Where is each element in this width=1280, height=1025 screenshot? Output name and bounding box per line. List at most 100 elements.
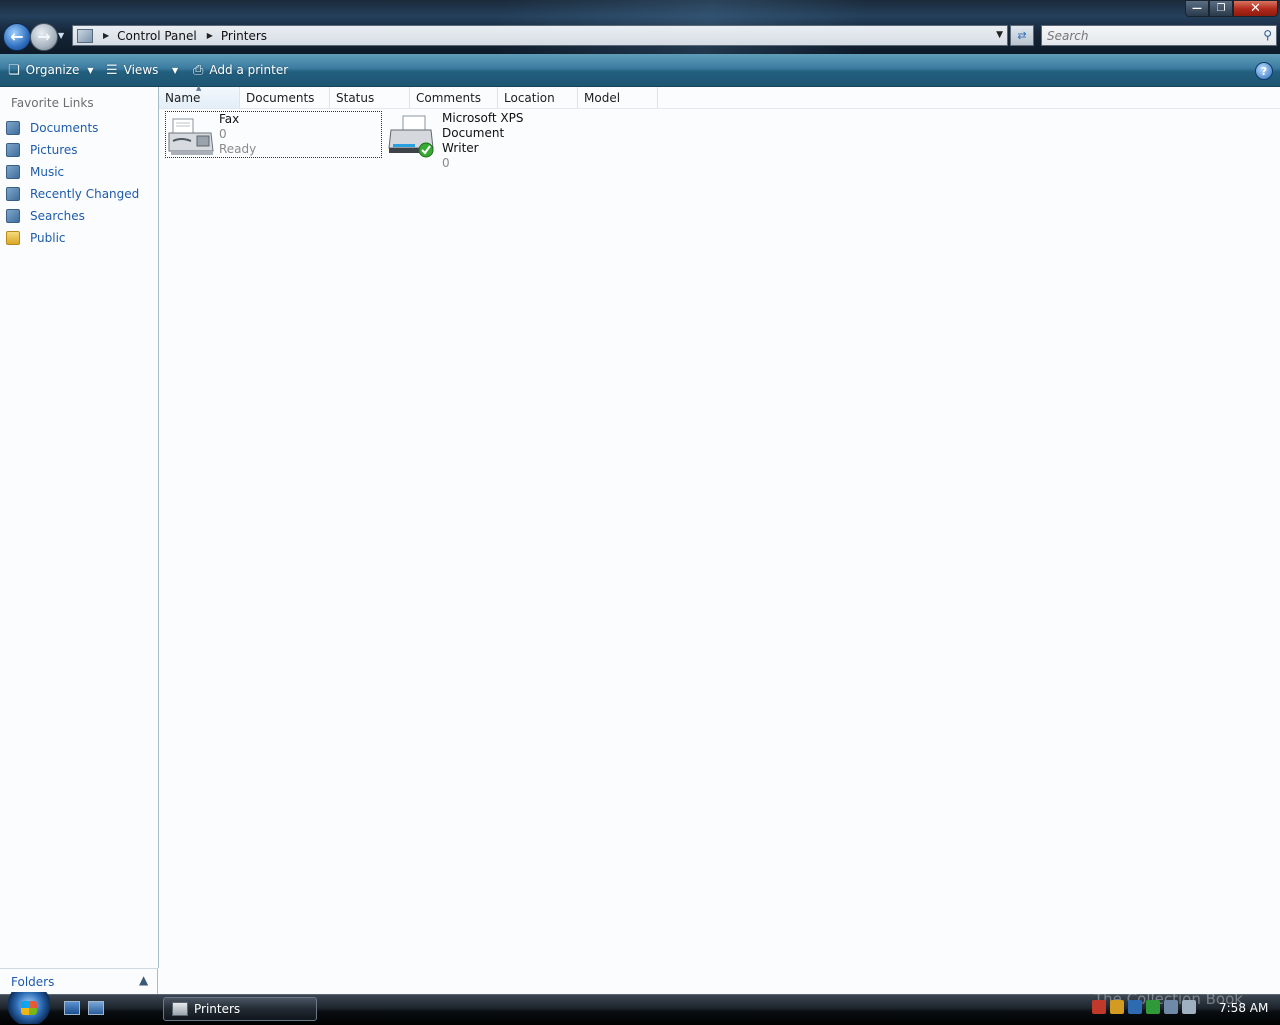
maximize-button[interactable]: ❐ — [1209, 0, 1233, 17]
music-icon — [6, 165, 20, 179]
favorite-link-label: Searches — [30, 209, 85, 223]
search-icon[interactable]: ⚲ — [1263, 28, 1272, 42]
breadcrumb-printers[interactable]: Printers — [221, 29, 267, 43]
system-tray — [1092, 1000, 1196, 1014]
command-toolbar: ❏ Organize ▼ ☰ Views ▼ ⎙ Add a printer — [0, 54, 1280, 87]
refresh-icon: ⇄ — [1017, 29, 1027, 42]
help-icon: ? — [1260, 64, 1268, 78]
refresh-button[interactable]: ⇄ — [1010, 25, 1034, 46]
fax-icon — [168, 118, 214, 155]
organize-label: Organize — [25, 63, 80, 77]
printer-name: Microsoft XPS Document — [442, 111, 524, 140]
chevron-down-icon: ▼ — [172, 65, 179, 75]
address-dropdown-icon[interactable]: ▼ — [996, 30, 1003, 40]
volume-icon[interactable] — [1182, 1000, 1196, 1014]
printer-documents: 0 — [442, 156, 450, 170]
network-icon[interactable] — [1164, 1000, 1178, 1014]
clock[interactable]: 7:58 AM — [1219, 1001, 1268, 1015]
search-input[interactable] — [1042, 26, 1247, 45]
forward-button[interactable]: → — [30, 23, 58, 51]
favorite-link-public[interactable]: Public — [6, 228, 66, 248]
minimize-icon: — — [1192, 3, 1202, 14]
printers-folder-icon — [172, 1002, 188, 1016]
chevron-down-icon: ▼ — [58, 31, 65, 40]
views-button[interactable]: ☰ Views — [106, 54, 158, 86]
help-button[interactable]: ? — [1255, 62, 1273, 80]
views-icon: ☰ — [106, 62, 118, 78]
printer-tile-xps[interactable]: Microsoft XPS Document Writer 0 — [386, 111, 586, 170]
check-icon[interactable] — [1146, 1000, 1160, 1014]
favorite-link-music[interactable]: Music — [6, 162, 64, 182]
column-header-label: Name — [165, 90, 201, 105]
start-button[interactable] — [8, 992, 50, 1024]
views-dropdown[interactable]: ▼ — [164, 54, 178, 86]
monitor-icon[interactable] — [1128, 1000, 1142, 1014]
windows-logo-icon — [21, 1001, 37, 1015]
add-printer-icon: ⎙ — [193, 62, 204, 78]
show-desktop-icon[interactable] — [64, 1001, 80, 1015]
favorite-link-documents[interactable]: Documents — [6, 118, 98, 138]
breadcrumb-separator-icon[interactable]: ▶ — [207, 31, 213, 40]
column-header-label: Status — [336, 90, 375, 105]
default-printer-icon — [388, 115, 434, 158]
organize-icon: ❏ — [8, 62, 20, 78]
folders-bar[interactable]: Folders ▲ — [0, 968, 158, 994]
column-header-label: Model — [584, 90, 621, 105]
chevron-down-icon: ▼ — [87, 65, 94, 75]
close-icon: ✕ — [1250, 1, 1261, 16]
navigation-pane: Favorite Links Documents Pictures Music … — [0, 87, 159, 968]
security-alert-icon[interactable] — [1092, 1000, 1106, 1014]
close-button[interactable]: ✕ — [1233, 0, 1278, 17]
column-header-name[interactable]: ▲ Name — [159, 84, 240, 108]
printer-status: Ready — [219, 142, 257, 156]
column-header-status[interactable]: Status — [330, 87, 410, 108]
minimize-button[interactable]: — — [1185, 0, 1209, 17]
favorite-links-heading: Favorite Links — [11, 96, 94, 110]
add-printer-label: Add a printer — [209, 63, 289, 77]
organize-button[interactable]: ❏ Organize ▼ — [8, 54, 94, 86]
add-printer-button[interactable]: ⎙ Add a printer — [193, 54, 288, 86]
column-header-location[interactable]: Location — [498, 87, 578, 108]
arrow-right-icon: → — [37, 27, 51, 46]
favorite-link-searches[interactable]: Searches — [6, 206, 85, 226]
favorite-link-label: Recently Changed — [30, 187, 140, 201]
printer-name: Fax — [219, 112, 240, 126]
restore-icon: ❐ — [1216, 3, 1226, 14]
favorite-link-label: Public — [30, 231, 66, 245]
printer-name-continued: Writer — [442, 141, 479, 155]
printer-tile-fax[interactable]: Fax 0 Ready — [165, 111, 382, 158]
breadcrumb-separator-icon[interactable]: ▶ — [103, 31, 109, 40]
address-bar[interactable]: ▶ Control Panel ▶ Printers ▼ — [72, 25, 1008, 46]
views-label: Views — [123, 63, 159, 77]
chevron-up-icon: ▲ — [139, 973, 149, 987]
documents-icon — [6, 121, 20, 135]
pictures-icon — [6, 143, 20, 157]
back-button[interactable]: ← — [3, 23, 31, 51]
taskbar-button-label: Printers — [194, 1002, 241, 1016]
favorite-link-pictures[interactable]: Pictures — [6, 140, 78, 160]
favorite-link-label: Documents — [30, 121, 99, 135]
shield-icon[interactable] — [1110, 1000, 1124, 1014]
column-header-label: Documents — [246, 90, 315, 105]
column-header-label: Location — [504, 90, 555, 105]
column-header-model[interactable]: Model — [578, 87, 658, 108]
search-box[interactable]: ⚲ — [1041, 25, 1277, 46]
breadcrumb-control-panel[interactable]: Control Panel — [117, 29, 197, 43]
sort-ascending-icon: ▲ — [196, 84, 202, 92]
control-panel-icon — [77, 28, 93, 43]
favorite-link-label: Music — [30, 165, 65, 179]
column-header-documents[interactable]: Documents — [240, 87, 330, 108]
favorite-link-label: Pictures — [30, 143, 78, 157]
column-header-comments[interactable]: Comments — [410, 87, 498, 108]
recently-changed-icon — [6, 187, 20, 201]
favorite-link-recently-changed[interactable]: Recently Changed — [6, 184, 139, 204]
folders-label: Folders — [11, 975, 55, 989]
public-folder-icon — [6, 231, 20, 245]
arrow-left-icon: ← — [10, 27, 24, 46]
searches-icon — [6, 209, 20, 223]
printer-documents: 0 — [219, 127, 227, 141]
taskbar-button-printers[interactable]: Printers — [163, 997, 317, 1021]
column-headers: ▲ Name Documents Status Comments Locatio… — [159, 84, 1280, 109]
recent-pages-dropdown[interactable]: ▼ — [58, 31, 64, 40]
switch-windows-icon[interactable] — [88, 1001, 104, 1015]
